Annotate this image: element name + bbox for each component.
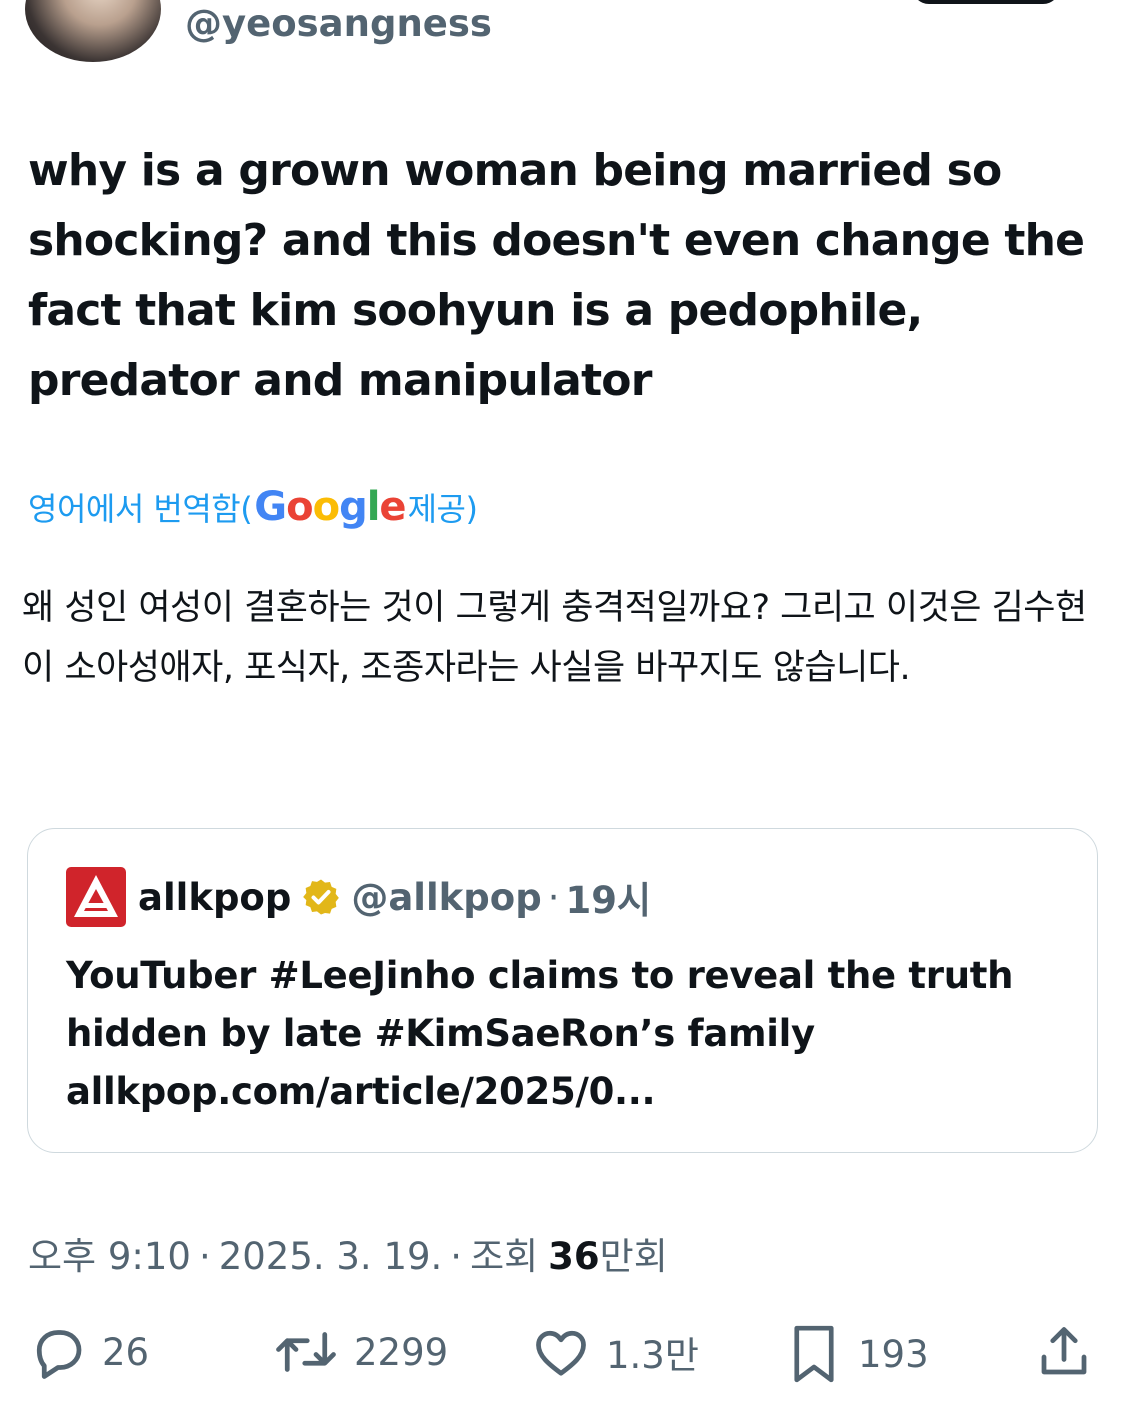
reply-icon	[36, 1330, 82, 1379]
reply-button[interactable]: 26	[28, 1322, 149, 1382]
views-count: 36	[548, 1235, 600, 1278]
separator-dot: ·	[198, 1235, 211, 1278]
like-count: 1.3만	[606, 1334, 699, 1377]
quoted-tweet-card[interactable]: allkpop @allkpop · 19시 YouTuber #LeeJinh…	[27, 828, 1098, 1153]
translated-text: 왜 성인 여성이 결혼하는 것이 그렇게 충격적일까요? 그리고 이것은 김수현…	[22, 588, 1087, 688]
share-icon	[1041, 1327, 1087, 1375]
quoted-author-handle: @allkpop	[351, 875, 542, 919]
tweet-meta: 오후 9:10 · 2025. 3. 19. · 조회 36 만회	[28, 1226, 668, 1280]
heart-icon	[536, 1330, 586, 1376]
views-label: 조회	[470, 1235, 539, 1278]
separator-dot: ·	[547, 875, 560, 919]
bookmark-icon	[794, 1325, 834, 1383]
bookmark-button[interactable]: 193	[784, 1322, 929, 1386]
tweet-text: why is a grown woman being married so sh…	[28, 145, 1085, 406]
separator-dot: ·	[450, 1235, 463, 1278]
views-unit: 만회	[599, 1235, 668, 1278]
author-handle[interactable]: @yeosangness	[185, 2, 492, 45]
quoted-tweet-text: YouTuber #LeeJinho claims to reveal the …	[66, 954, 1014, 1113]
bookmark-count: 193	[858, 1332, 929, 1376]
quoted-author-name: allkpop	[138, 875, 292, 919]
reply-count: 26	[102, 1330, 150, 1374]
google-logo: Google	[254, 484, 406, 530]
translation-prefix: 영어에서 번역함(	[28, 490, 253, 528]
retweet-button[interactable]: 2299	[272, 1322, 448, 1382]
retweet-icon	[276, 1332, 336, 1372]
quoted-tweet-time: 19시	[565, 879, 651, 922]
tweet-time[interactable]: 오후 9:10	[28, 1226, 191, 1280]
translation-suffix: 제공)	[407, 490, 478, 528]
follow-button[interactable]	[912, 0, 1060, 4]
author-avatar[interactable]	[25, 0, 161, 62]
action-bar: 26 2299 1.3만 193	[0, 1322, 1125, 1392]
share-button[interactable]	[1034, 1322, 1108, 1382]
verified-badge-icon	[301, 877, 341, 917]
quoted-tweet-header: allkpop @allkpop · 19시	[66, 867, 651, 927]
tweet-detail-page: @yeosangness why is a grown woman being …	[0, 0, 1125, 1428]
translation-attribution[interactable]: 영어에서 번역함( Google 제공)	[28, 484, 478, 530]
like-button[interactable]: 1.3만	[530, 1322, 699, 1382]
retweet-count: 2299	[354, 1330, 449, 1374]
tweet-date[interactable]: 2025. 3. 19.	[219, 1235, 443, 1278]
allkpop-logo-icon	[66, 867, 126, 927]
